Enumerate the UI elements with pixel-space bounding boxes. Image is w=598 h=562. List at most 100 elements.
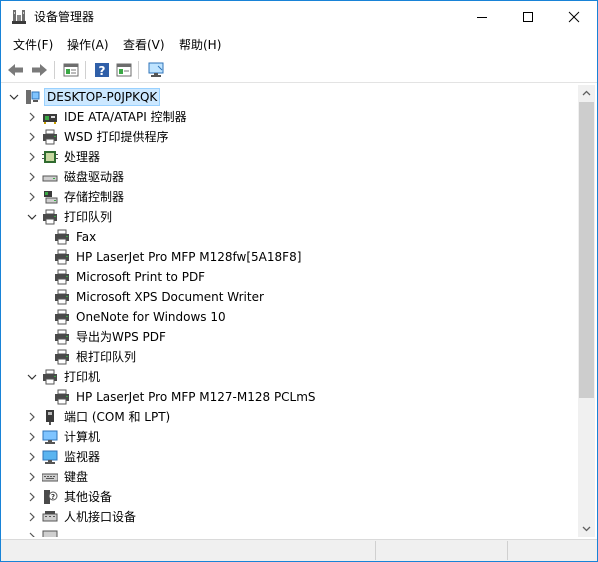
tree-node-label: 人机接口设备 (64, 510, 137, 524)
tree-node[interactable]: ? 其他设备 (25, 487, 114, 507)
update-driver-button[interactable] (114, 60, 134, 80)
tree-child[interactable]: Microsoft Print to PDF (51, 267, 207, 287)
scroll-down-button[interactable] (578, 520, 595, 537)
chevron-right-icon[interactable] (25, 187, 39, 207)
tree-node[interactable]: WSD 打印提供程序 (25, 127, 171, 147)
scroll-up-button[interactable] (578, 85, 595, 102)
back-button[interactable] (6, 60, 26, 80)
svg-text:?: ? (51, 493, 55, 501)
printer-icon (54, 229, 70, 245)
tree-node[interactable]: 监视器 (25, 447, 102, 467)
svg-text:?: ? (99, 64, 106, 78)
tree-node[interactable]: 端口 (COM 和 LPT) (25, 407, 172, 427)
tree-child[interactable]: Microsoft XPS Document Writer (51, 287, 266, 307)
chevron-right-icon[interactable] (25, 447, 39, 467)
software-device-icon (42, 529, 58, 537)
tree-child[interactable]: HP LaserJet Pro MFP M127-M128 PCLmS (51, 387, 318, 407)
tree-child[interactable]: HP LaserJet Pro MFP M128fw[5A18F8] (51, 247, 303, 267)
menu-view[interactable]: 查看(V) (123, 38, 165, 52)
tree-node[interactable]: 人机接口设备 (25, 507, 138, 527)
vertical-scrollbar[interactable] (578, 85, 595, 537)
tree-child[interactable]: 导出为WPS PDF (51, 327, 168, 347)
tree-node[interactable]: 计算机 (25, 427, 102, 447)
device-tree[interactable]: DESKTOP-P0JPKQK IDE ATA/ATAPI 控制器 WSD 打印… (3, 85, 578, 537)
menu-action[interactable]: 操作(A) (67, 38, 109, 52)
ide-controller-icon (42, 109, 58, 125)
toolbar-separator (54, 61, 55, 79)
toolbar: ? (1, 57, 597, 83)
printer-icon (42, 369, 58, 385)
device-manager-app-icon (11, 9, 27, 25)
tree-node-label: HP LaserJet Pro MFP M127-M128 PCLmS (76, 390, 316, 404)
scrollbar-thumb[interactable] (579, 102, 594, 398)
chevron-down-icon[interactable] (7, 87, 21, 107)
tree-node-label: OneNote for Windows 10 (76, 310, 226, 324)
menu-file[interactable]: 文件(F) (13, 38, 53, 52)
hid-icon (42, 509, 58, 525)
tree-node-label: 其他设备 (64, 490, 113, 504)
monitor-scan-icon (148, 62, 164, 77)
tree-node-label: HP LaserJet Pro MFP M128fw[5A18F8] (76, 250, 302, 264)
status-cell (507, 541, 595, 560)
tree-node[interactable]: 处理器 (25, 147, 102, 167)
close-button[interactable] (551, 1, 597, 33)
chevron-right-icon[interactable] (25, 487, 39, 507)
chevron-right-icon[interactable] (25, 427, 39, 447)
chevron-right-icon[interactable] (25, 527, 39, 537)
toolbar-separator (85, 61, 86, 79)
status-cell (375, 541, 507, 560)
computer-icon (42, 429, 58, 445)
tree-node[interactable]: 键盘 (25, 467, 90, 487)
window-title: 设备管理器 (34, 10, 95, 24)
printer-icon (54, 329, 70, 345)
tree-node-label: IDE ATA/ATAPI 控制器 (64, 110, 187, 124)
printer-icon (54, 349, 70, 365)
tree-node-expanded[interactable]: 打印机 (25, 367, 102, 387)
printer-icon (54, 289, 70, 305)
minimize-button[interactable] (459, 1, 505, 33)
chevron-down-icon[interactable] (25, 367, 39, 387)
processor-icon (42, 149, 58, 165)
tree-node-expanded[interactable]: 打印队列 (25, 207, 114, 227)
tree-node-label: 键盘 (64, 470, 89, 484)
tree-child[interactable]: 根打印队列 (51, 347, 138, 367)
printer-icon (54, 249, 70, 265)
maximize-button[interactable] (505, 1, 551, 33)
tree-child[interactable]: Fax (51, 227, 98, 247)
menu-bar: 文件(F) 操作(A) 查看(V) 帮助(H) (1, 33, 597, 57)
menu-help[interactable]: 帮助(H) (179, 38, 221, 52)
printer-icon (54, 269, 70, 285)
storage-controller-icon (42, 189, 58, 205)
tree-node[interactable]: 磁盘驱动器 (25, 167, 126, 187)
scan-hardware-button[interactable] (146, 60, 166, 80)
disk-drive-icon (42, 169, 58, 185)
printer-icon (42, 129, 58, 145)
help-icon: ? (95, 63, 109, 78)
forward-button[interactable] (29, 60, 49, 80)
title-bar[interactable]: 设备管理器 (1, 1, 597, 33)
chevron-right-icon[interactable] (25, 507, 39, 527)
chevron-right-icon[interactable] (25, 107, 39, 127)
chevron-right-icon[interactable] (25, 407, 39, 427)
tree-root[interactable]: DESKTOP-P0JPKQK (7, 87, 161, 107)
properties-button[interactable] (61, 60, 81, 80)
chevron-down-icon[interactable] (25, 207, 39, 227)
tree-node-label: Fax (76, 230, 97, 244)
computer-name[interactable]: DESKTOP-P0JPKQK (44, 88, 161, 106)
tree-node[interactable]: IDE ATA/ATAPI 控制器 (25, 107, 189, 127)
tree-node-partial[interactable] (25, 527, 62, 537)
other-devices-icon: ? (42, 489, 58, 505)
tree-node-label: 打印机 (64, 370, 101, 384)
properties-icon (63, 63, 79, 77)
chevron-right-icon[interactable] (25, 167, 39, 187)
chevron-right-icon[interactable] (25, 127, 39, 147)
chevron-right-icon[interactable] (25, 467, 39, 487)
tree-child[interactable]: OneNote for Windows 10 (51, 307, 228, 327)
help-button[interactable]: ? (92, 60, 112, 80)
minimize-icon (477, 17, 487, 18)
tree-node-label: 根打印队列 (76, 350, 137, 364)
chevron-right-icon[interactable] (25, 147, 39, 167)
tree-node[interactable]: 存储控制器 (25, 187, 126, 207)
tree-node-label: WSD 打印提供程序 (64, 130, 169, 144)
status-bar (1, 539, 597, 561)
